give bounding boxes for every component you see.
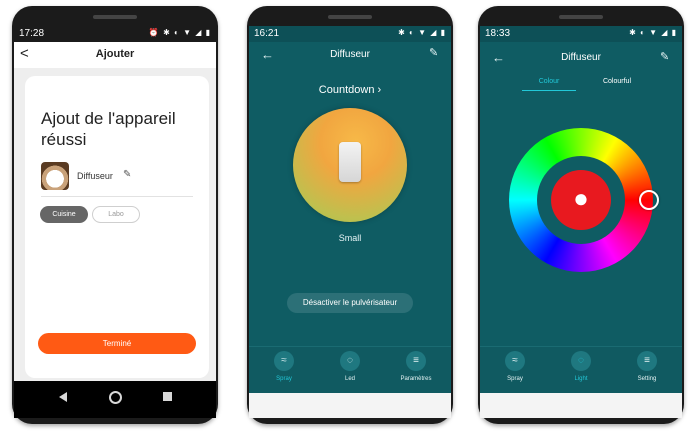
success-heading: Ajout de l'appareil réussi (41, 109, 176, 149)
page-title: Ajouter (95, 48, 135, 60)
room-chip-cuisine[interactable]: Cuisine (40, 206, 88, 223)
success-card: Ajout de l'appareil réussi Diffuseur ✎ C… (25, 76, 209, 378)
bottom-tabbar: ≈ Spray ◌ Led ≡ Paramètres (249, 346, 451, 393)
bottom-blank (249, 393, 451, 418)
screen: 16:21 ✱ ◐ ▼ ◢ ▮ ← Diffuseur ✎ Countdown … (249, 26, 451, 418)
phone-add-device: 17:28 ⏰ ✱ ◐ ▼ ◢ ▮ < Ajouter Ajout de l'a… (12, 6, 218, 424)
tab-label: Spray (276, 376, 292, 382)
phone-diffuser-light: 18:33 ✱ ◐ ▼ ◢ ▮ ← Diffuseur ✎ Colour Col… (478, 6, 684, 424)
pencil-icon[interactable]: ✎ (660, 50, 669, 63)
status-icons: ✱ ◐ ▼ ◢ ▮ (629, 28, 677, 37)
mode-label: Small (338, 233, 362, 243)
device-thumbnail (41, 162, 69, 190)
screen: 17:28 ⏰ ✱ ◐ ▼ ◢ ▮ < Ajouter Ajout de l'a… (14, 26, 216, 418)
diffuser-status-circle[interactable] (293, 108, 407, 222)
home-icon[interactable] (109, 391, 122, 404)
phone-diffuser-main: 16:21 ✱ ◐ ▼ ◢ ▮ ← Diffuseur ✎ Countdown … (247, 6, 453, 424)
bulb-icon: ◌ (340, 351, 360, 371)
page-title: Diffuseur (330, 49, 370, 60)
back-icon[interactable] (59, 392, 67, 402)
done-button[interactable]: Terminé (38, 333, 196, 354)
settings-icon: ≡ (637, 351, 657, 371)
active-tab-underline (522, 90, 576, 91)
tab-led[interactable]: ◌ Led (319, 351, 381, 382)
countdown-label: Countdown (318, 84, 375, 96)
tab-label: Light (574, 376, 588, 382)
tab-colourful[interactable]: Colourful (590, 78, 644, 85)
device-name: Diffuseur (77, 171, 113, 181)
bottom-tabbar: ≈ Spray ◌ Light ≡ Setting (480, 346, 682, 393)
bottom-blank (480, 393, 682, 418)
app-header: < Ajouter (14, 42, 216, 68)
tab-spray[interactable]: ≈ Spray (253, 351, 315, 382)
color-picker-handle[interactable] (639, 190, 659, 210)
recents-icon[interactable] (163, 392, 172, 401)
tab-label: Colour (538, 78, 560, 85)
spray-icon: ≈ (274, 351, 294, 371)
bulb-icon: ◌ (571, 351, 591, 371)
light-preview[interactable]: ● (551, 170, 611, 230)
tab-setting[interactable]: ≡ Setting (616, 351, 678, 382)
tab-label: Setting (637, 376, 657, 382)
bulb-icon: ● (573, 183, 589, 213)
tab-light[interactable]: ◌ Light (550, 351, 612, 382)
status-time: 18:33 (485, 28, 511, 39)
system-nav-bar (14, 381, 216, 418)
room-chip-labo[interactable]: Labo (92, 206, 140, 223)
tab-spray[interactable]: ≈ Spray (484, 351, 546, 382)
status-bar: 18:33 ✱ ◐ ▼ ◢ ▮ (480, 26, 682, 42)
pencil-icon[interactable]: ✎ (429, 46, 438, 59)
divider (41, 196, 193, 197)
status-time: 16:21 (254, 28, 280, 39)
tab-label: Paramètres (400, 376, 432, 382)
disable-spray-button[interactable]: Désactiver le pulvérisateur (287, 293, 413, 313)
tab-label: Spray (507, 376, 523, 382)
page-title: Diffuseur (561, 52, 601, 63)
tab-settings[interactable]: ≡ Paramètres (385, 351, 447, 382)
screen: 18:33 ✱ ◐ ▼ ◢ ▮ ← Diffuseur ✎ Colour Col… (480, 26, 682, 418)
pencil-icon[interactable]: ✎ (123, 169, 131, 180)
diffuser-icon (339, 142, 361, 182)
chevron-right-icon: › (377, 84, 382, 96)
countdown-link[interactable]: Countdown › (249, 84, 451, 96)
spray-icon: ≈ (505, 351, 525, 371)
settings-icon: ≡ (406, 351, 426, 371)
tab-colour[interactable]: Colour (522, 78, 576, 91)
status-bar: 16:21 ✱ ◐ ▼ ◢ ▮ (249, 26, 451, 42)
status-bar: 17:28 ⏰ ✱ ◐ ▼ ◢ ▮ (14, 26, 216, 42)
tab-label: Colourful (602, 78, 631, 85)
status-icons: ⏰ ✱ ◐ ▼ ◢ ▮ (148, 28, 211, 37)
tab-label: Led (344, 376, 355, 382)
status-icons: ✱ ◐ ▼ ◢ ▮ (398, 28, 446, 37)
status-time: 17:28 (19, 28, 45, 39)
